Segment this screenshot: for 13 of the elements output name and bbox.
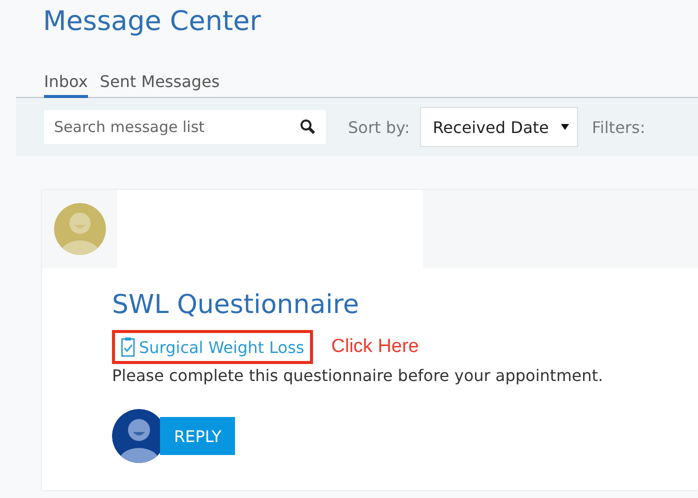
sort-dropdown[interactable]: Received Date [420,107,578,147]
avatar-icon [54,203,106,255]
tab[interactable]: Sent Messages [100,70,220,98]
filters-label: Filters: [592,118,646,136]
page-title: Message Center [43,6,262,39]
search-icon [300,119,316,135]
caret-icon [560,124,569,130]
message-body: Please complete this questionnaire before your appointment. [112,366,604,385]
message-subject: SWL Questionnaire [112,290,360,320]
sort-label: Sort by: [348,118,410,136]
annotation-text: Click Here [331,336,419,358]
search-field[interactable]: Search message list [44,110,326,144]
clipboard-check-icon [121,337,135,357]
